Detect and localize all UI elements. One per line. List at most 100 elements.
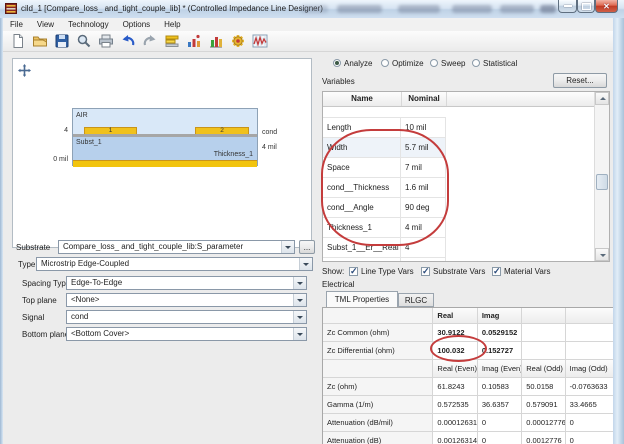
cell-value: 61.8243	[433, 378, 477, 395]
radio-sweep[interactable]	[430, 59, 438, 67]
row-label: Attenuation (dB)	[323, 432, 433, 444]
new-document-icon[interactable]	[9, 32, 27, 50]
pan-cross-icon[interactable]	[18, 64, 31, 77]
cell-value: 0.10583	[478, 378, 522, 395]
tab-tml-properties[interactable]: TML Properties	[326, 291, 398, 307]
menu-technology[interactable]: Technology	[61, 18, 115, 31]
reset-button[interactable]: Reset...	[553, 73, 607, 88]
table-row[interactable]: Thickness_1 4 mil	[323, 218, 446, 238]
var-nominal[interactable]: 10 mil	[401, 118, 446, 137]
chevron-down-icon	[281, 241, 294, 253]
scrollbar[interactable]	[594, 92, 609, 261]
statistics-chart-icon[interactable]	[207, 32, 225, 50]
settings-gear-icon[interactable]	[229, 32, 247, 50]
column-header-nominal: Nominal	[402, 92, 447, 106]
var-nominal[interactable]: 90 deg	[401, 198, 446, 217]
top-plane-value: <None>	[71, 294, 292, 306]
checkbox-line-type-vars[interactable]: ✓	[349, 267, 358, 276]
cell-value: 0	[566, 432, 613, 444]
redacted-blur	[540, 5, 556, 13]
signal-label: Signal	[22, 313, 44, 322]
substrate-browse-button[interactable]: ...	[299, 240, 315, 254]
signal-select[interactable]: cond	[66, 310, 307, 324]
checkbox-material-vars[interactable]: ✓	[492, 267, 501, 276]
minimize-button[interactable]	[558, 0, 577, 13]
scrollbar-thumb[interactable]	[596, 174, 608, 190]
var-nominal[interactable]: 7 mil	[401, 158, 446, 177]
row-label: Zc Differential (ohm)	[323, 342, 433, 359]
cell-value: 0	[478, 414, 522, 431]
var-nominal[interactable]: 5.7 mil	[401, 138, 446, 157]
substrate-select[interactable]: Compare_loss_ and_tight_couple_lib:S_par…	[58, 240, 295, 254]
thickness-name-label: Thickness_1	[214, 151, 253, 158]
table-row[interactable]: cond__Thickness 1.6 mil	[323, 178, 446, 198]
table-row[interactable]: Space 7 mil	[323, 158, 446, 178]
maximize-icon	[582, 3, 591, 10]
table-row: Zc Differential (ohm) 100.032 0.152727	[323, 342, 613, 360]
plot-waveform-icon[interactable]	[251, 32, 269, 50]
menu-file[interactable]: File	[3, 18, 30, 31]
cell-value: 0.0012776	[522, 432, 565, 444]
top-plane-label: Top plane	[22, 296, 57, 305]
radio-statistical[interactable]	[472, 59, 480, 67]
scroll-up-icon[interactable]	[595, 92, 609, 105]
bottom-plane-label: Bottom plane	[22, 330, 69, 339]
check-icon: ✓	[350, 266, 358, 277]
chevron-down-icon	[299, 258, 312, 270]
optimize-chart-icon[interactable]	[185, 32, 203, 50]
bottom-plane-select[interactable]: <Bottom Cover>	[66, 327, 307, 341]
menu-help[interactable]: Help	[157, 18, 187, 31]
menu-options[interactable]: Options	[116, 18, 158, 31]
app-window: cild_1 [Compare_loss_ and_tight_couple_l…	[0, 0, 624, 444]
column-header-imag-even: Imag (Even)	[478, 360, 522, 377]
column-header-imag: Imag	[478, 308, 522, 323]
checkbox-substrate-vars[interactable]: ✓	[421, 267, 430, 276]
scroll-down-icon[interactable]	[595, 248, 609, 261]
var-nominal[interactable]: 0.02	[401, 258, 446, 262]
redo-icon[interactable]	[141, 32, 159, 50]
variables-label: Variables	[322, 77, 355, 86]
table-row[interactable]: Length 10 mil	[323, 118, 446, 138]
table-header-row: Real Imag	[323, 308, 613, 324]
menu-view[interactable]: View	[30, 18, 61, 31]
cell-value: 100.032	[433, 342, 477, 359]
type-select[interactable]: Microstrip Edge-Coupled	[36, 257, 313, 271]
cell-value: 0	[566, 414, 613, 431]
variables-header: Name Nominal	[323, 92, 609, 107]
maximize-button[interactable]	[577, 0, 595, 13]
redacted-blur	[300, 5, 328, 13]
check-icon: ✓	[422, 266, 430, 277]
table-row[interactable]: Width 5.7 mil	[323, 138, 446, 158]
spacing-type-select[interactable]: Edge-To-Edge	[66, 276, 307, 290]
cell-value: 50.0158	[522, 378, 565, 395]
cell-value: 30.9122	[433, 324, 477, 341]
tab-rlgc[interactable]: RLGC	[398, 293, 434, 307]
cond-label: cond	[262, 129, 277, 136]
var-nominal[interactable]: 4 mil	[401, 218, 446, 237]
close-button[interactable]: ✕	[595, 0, 618, 13]
undo-icon[interactable]	[119, 32, 137, 50]
chevron-down-icon	[293, 311, 306, 323]
print-icon[interactable]	[97, 32, 115, 50]
show-label: Show:	[322, 267, 344, 276]
table-row[interactable]: Subst_1__Er__TanD 0.02	[323, 258, 446, 262]
row-label: Attenuation (dB/mil)	[323, 414, 433, 431]
zoom-icon[interactable]	[75, 32, 93, 50]
save-icon[interactable]	[53, 32, 71, 50]
var-nominal[interactable]: 1.6 mil	[401, 178, 446, 197]
radio-optimize[interactable]	[381, 59, 389, 67]
cell-value: 33.4665	[566, 396, 613, 413]
open-folder-icon[interactable]	[31, 32, 49, 50]
cell-value: -0.0763633	[566, 378, 613, 395]
table-row[interactable]: Subst_1__Er__Real 4	[323, 238, 446, 258]
toolbar	[3, 31, 613, 52]
top-plane-select[interactable]: <None>	[66, 293, 307, 307]
table-row[interactable]: cond__Angle 90 deg	[323, 198, 446, 218]
var-nominal[interactable]: 4	[401, 238, 446, 257]
substrate-layers-icon[interactable]	[163, 32, 181, 50]
type-select-value: Microstrip Edge-Coupled	[41, 258, 298, 270]
type-field-label: Type	[18, 260, 35, 269]
column-header-real: Real	[433, 308, 477, 323]
cell-blank	[566, 324, 613, 341]
radio-analyze[interactable]	[333, 59, 341, 67]
